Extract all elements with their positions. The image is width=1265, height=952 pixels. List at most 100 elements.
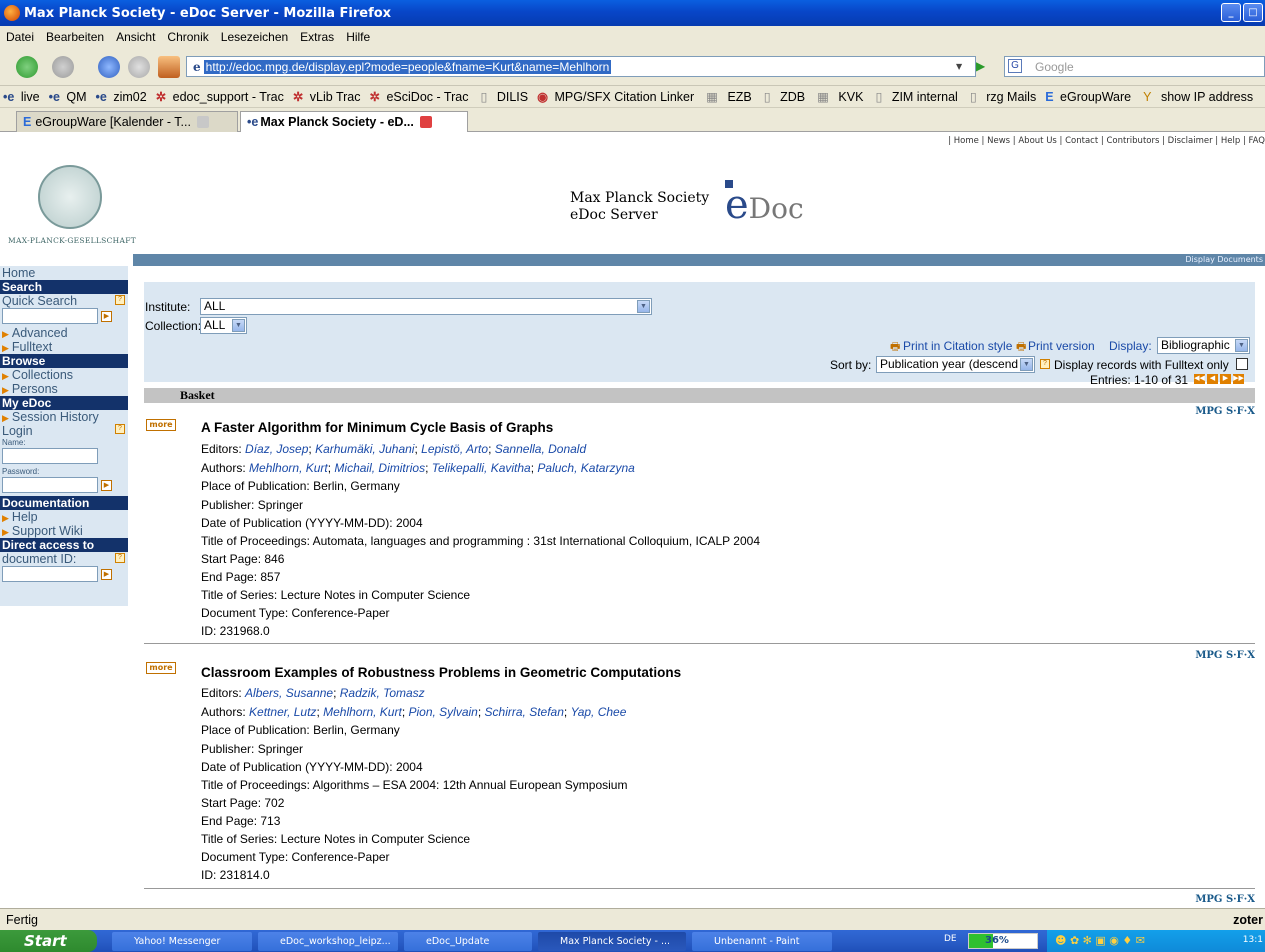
author-link[interactable]: Mehlhorn, Kurt (249, 461, 328, 475)
author-link[interactable]: Kettner, Lutz (249, 705, 316, 719)
start-button[interactable]: Start (0, 930, 97, 952)
quick-search-input[interactable] (2, 308, 98, 324)
institute-select[interactable]: ALL ▼ (200, 298, 652, 315)
taskbar-paint[interactable]: Unbenannt - Paint (692, 932, 832, 951)
language-indicator[interactable]: DE (944, 934, 957, 944)
reload-icon[interactable] (98, 56, 120, 78)
sidebar-item-persons[interactable]: ▶ Persons (0, 382, 128, 396)
collection-select[interactable]: ALL ▼ (200, 317, 247, 334)
bookmark-item[interactable]: ✲ vLib Trac (293, 89, 364, 104)
sidebar-item-help[interactable]: ▶ Help (0, 510, 128, 524)
bookmark-item[interactable]: ▦ KVK (814, 89, 866, 104)
sidebar-item-collections[interactable]: ▶ Collections (0, 368, 128, 382)
help-icon[interactable]: ? (115, 295, 125, 305)
close-icon[interactable] (196, 116, 209, 128)
record-title[interactable]: Classroom Examples of Robustness Problem… (201, 665, 681, 680)
bookmark-item[interactable]: ▦ EZB (703, 89, 755, 104)
zotero-label[interactable]: zoter (1233, 913, 1263, 927)
author-link[interactable]: Telikepalli, Kavitha (432, 461, 531, 475)
stop-icon[interactable] (128, 56, 150, 78)
editor-link[interactable]: Lepistö, Arto (421, 442, 488, 456)
editor-link[interactable]: Díaz, Josep (245, 442, 308, 456)
bookmark-item[interactable]: ✲ edoc_support - Trac (156, 89, 287, 104)
go-icon[interactable]: ▶ (976, 59, 985, 73)
last-page-icon[interactable]: ▶▶ (1233, 374, 1244, 384)
home-icon[interactable] (158, 56, 180, 78)
author-link[interactable]: Paluch, Katarzyna (537, 461, 634, 475)
prev-page-icon[interactable]: ◀ (1207, 374, 1218, 384)
sidebar-item-session-history[interactable]: ▶ Session History (0, 410, 128, 424)
menu-lesezeichen[interactable]: Lesezeichen (215, 30, 294, 44)
tab-egroupware[interactable]: EeGroupWare [Kalender - T... (16, 111, 238, 132)
more-button[interactable]: more (146, 662, 176, 674)
taskbar-edoc-update[interactable]: eDoc_Update (404, 932, 532, 951)
forward-icon[interactable] (52, 56, 74, 78)
menu-ansicht[interactable]: Ansicht (110, 30, 161, 44)
editor-link[interactable]: Albers, Susanne (245, 686, 333, 700)
close-icon[interactable] (419, 116, 432, 128)
login-go-button[interactable]: ▶ (101, 480, 112, 491)
menu-bearbeiten[interactable]: Bearbeiten (40, 30, 110, 44)
password-field[interactable] (2, 477, 98, 493)
bookmark-item[interactable]: •e live (3, 90, 43, 104)
bookmark-item[interactable]: E eGroupWare (1045, 90, 1134, 104)
first-page-icon[interactable]: ◀◀ (1194, 374, 1205, 384)
printer-icon[interactable]: 🖶 (1016, 338, 1026, 357)
menu-hilfe[interactable]: Hilfe (340, 30, 376, 44)
tray-icons[interactable]: ☻ ✿ ✻ ▣ ◉ ♦ ✉ (1055, 934, 1145, 947)
menu-extras[interactable]: Extras (294, 30, 340, 44)
bookmark-item[interactable]: •e zim02 (96, 90, 150, 104)
display-documents-link[interactable]: Display Documents (1185, 255, 1263, 264)
author-link[interactable]: Mehlhorn, Kurt (323, 705, 402, 719)
editor-link[interactable]: Karhumäki, Juhani (315, 442, 414, 456)
top-links[interactable]: | Home | News | About Us | Contact | Con… (948, 136, 1265, 146)
printer-icon[interactable]: 🖶 (890, 338, 900, 357)
bookmark-item[interactable]: ✲ eSciDoc - Trac (370, 89, 472, 104)
bookmark-item[interactable]: Y show IP address (1140, 90, 1256, 104)
more-button[interactable]: more (146, 419, 176, 431)
author-link[interactable]: Pion, Sylvain (408, 705, 477, 719)
record-title[interactable]: A Faster Algorithm for Minimum Cycle Bas… (201, 420, 553, 435)
sfx-link-icon[interactable]: MPG S·F·X (1195, 406, 1255, 417)
print-version-link[interactable]: Print version (1028, 339, 1095, 353)
display-select[interactable]: Bibliographic ▼ (1157, 337, 1250, 354)
back-icon[interactable] (16, 56, 38, 78)
sidebar-item-advanced[interactable]: ▶ Advanced (0, 326, 128, 340)
print-citation-link[interactable]: Print in Citation style (903, 339, 1012, 353)
menu-chronik[interactable]: Chronik (161, 30, 214, 44)
taskbar-yahoo[interactable]: Yahoo! Messenger (112, 932, 252, 951)
sidebar-home[interactable]: Home (0, 266, 128, 280)
help-icon[interactable]: ? (1040, 359, 1050, 369)
bookmark-item[interactable]: ▯ DILIS (477, 89, 531, 104)
basket-header[interactable]: Basket (144, 388, 1255, 403)
sfx-link-icon[interactable]: MPG S·F·X (1195, 894, 1255, 905)
menu-datei[interactable]: Datei (0, 30, 40, 44)
editor-link[interactable]: Sannella, Donald (495, 442, 586, 456)
taskbar-firefox[interactable]: Max Planck Society - ... (538, 932, 686, 951)
document-id-input[interactable] (2, 566, 98, 582)
url-dropdown-icon[interactable]: ▼ (956, 62, 962, 71)
author-link[interactable]: Schirra, Stefan (485, 705, 564, 719)
minimize-button[interactable]: _ (1221, 3, 1241, 22)
bookmark-item[interactable]: •e QM (49, 90, 90, 104)
editor-link[interactable]: Radzik, Tomasz (340, 686, 425, 700)
address-bar[interactable]: e http://edoc.mpg.de/display.epl?mode=pe… (186, 56, 976, 77)
sidebar-item-fulltext[interactable]: ▶ Fulltext (0, 340, 128, 354)
sortby-select[interactable]: Publication year (descend ▼ (876, 356, 1035, 373)
go-button[interactable]: ▶ (101, 311, 112, 322)
author-link[interactable]: Michail, Dimitrios (334, 461, 425, 475)
clock[interactable]: 13:1 (1243, 935, 1263, 945)
maximize-button[interactable]: □ (1243, 3, 1263, 22)
sfx-link-icon[interactable]: MPG S·F·X (1195, 650, 1255, 661)
next-page-icon[interactable]: ▶ (1220, 374, 1231, 384)
taskbar-edoc-workshop[interactable]: eDoc_workshop_leipz... (258, 932, 398, 951)
help-icon[interactable]: ? (115, 424, 125, 434)
help-icon[interactable]: ? (115, 553, 125, 563)
bookmark-item[interactable]: ▯ ZIM internal (872, 89, 960, 104)
bookmark-item[interactable]: ◉ MPG/SFX Citation Linker (537, 89, 697, 104)
search-input[interactable]: G Google (1004, 56, 1265, 77)
author-link[interactable]: Yap, Chee (571, 705, 627, 719)
fulltext-only-checkbox[interactable] (1236, 358, 1248, 370)
name-field[interactable] (2, 448, 98, 464)
sidebar-item-support-wiki[interactable]: ▶ Support Wiki (0, 524, 128, 538)
